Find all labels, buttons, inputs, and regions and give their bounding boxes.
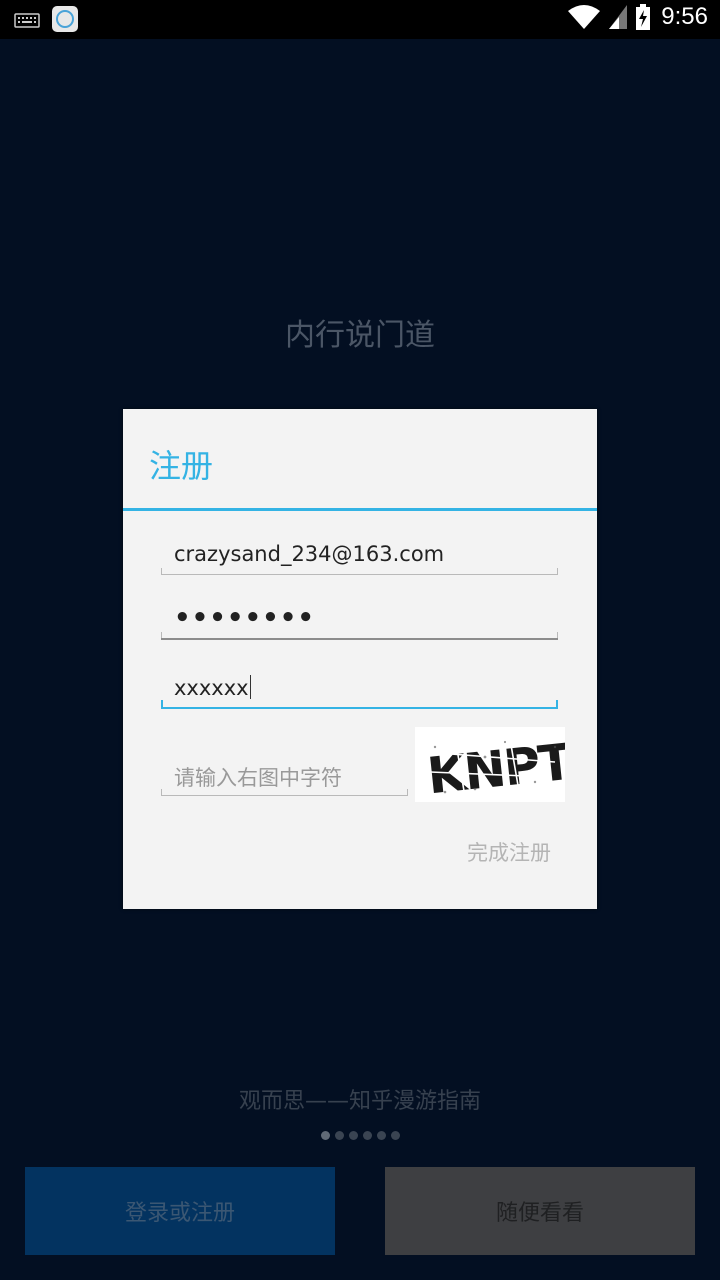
- captcha-input[interactable]: 请输入右图中字符: [161, 761, 408, 796]
- name-field[interactable]: xxxxxx: [161, 672, 558, 709]
- wifi-icon: [568, 5, 601, 29]
- password-field[interactable]: ••••••••: [161, 603, 558, 640]
- page-dot: [362, 1131, 372, 1140]
- page-dot: [348, 1131, 358, 1140]
- captcha-graphic: KNPT: [425, 733, 576, 806]
- login-or-register-button[interactable]: 登录或注册: [25, 1167, 335, 1255]
- captcha-image[interactable]: KNPT: [415, 727, 576, 806]
- complete-register-button[interactable]: 完成注册: [467, 837, 551, 867]
- page-dot: [320, 1131, 330, 1140]
- register-dialog: 注册 crazysand_234@163.com •••••••• xxxxxx…: [123, 409, 597, 909]
- page-dot: [390, 1131, 400, 1140]
- status-bar: 9:56: [0, 0, 720, 39]
- password-value: ••••••••: [174, 603, 315, 633]
- status-clock: 9:56: [661, 3, 708, 30]
- battery-charging-icon: [636, 4, 651, 30]
- name-value: xxxxxx: [174, 676, 249, 700]
- text-cursor: [249, 675, 251, 699]
- dialog-divider: [123, 508, 597, 511]
- app-notification-icon: [52, 6, 78, 32]
- keyboard-icon: [14, 12, 40, 28]
- intro-subtitle: 观而思——知乎漫游指南: [238, 1089, 481, 1114]
- email-value: crazysand_234@163.com: [174, 542, 445, 566]
- page-dot: [334, 1131, 344, 1140]
- captcha-placeholder: 请输入右图中字符: [174, 766, 342, 790]
- page-indicator: [0, 1131, 720, 1140]
- intro-headline: 内行说门道: [285, 318, 435, 353]
- page-dot: [376, 1131, 386, 1140]
- dialog-title: 注册: [149, 447, 214, 485]
- email-field[interactable]: crazysand_234@163.com: [161, 539, 558, 575]
- signal-icon: [609, 5, 628, 29]
- browse-button[interactable]: 随便看看: [385, 1167, 695, 1255]
